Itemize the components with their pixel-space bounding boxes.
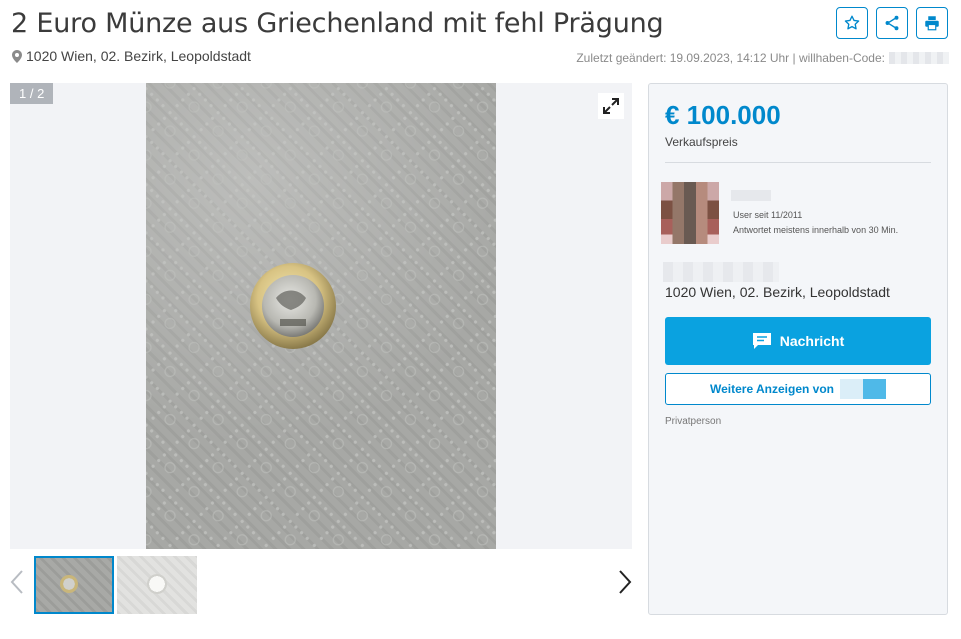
coin-photo-image xyxy=(146,83,496,549)
favorite-button[interactable] xyxy=(836,7,868,39)
response-time: Antwortet meistens innerhalb von 30 Min. xyxy=(733,225,899,235)
willhaben-code-redacted xyxy=(889,52,949,64)
star-icon xyxy=(844,15,860,30)
share-button[interactable] xyxy=(876,7,908,39)
action-buttons xyxy=(836,7,948,39)
coin-back-thumbnail-image xyxy=(147,574,167,594)
thumbnail-1[interactable] xyxy=(34,556,114,614)
message-button-label: Nachricht xyxy=(779,333,845,349)
chat-icon xyxy=(752,333,771,349)
meta-text: Zuletzt geändert: 19.09.2023, 14:12 Uhr … xyxy=(576,51,885,65)
chevron-right-icon xyxy=(619,570,632,594)
listing-title: 2 Euro Münze aus Griechenland mit fehl P… xyxy=(11,8,664,39)
divider xyxy=(665,162,931,163)
thumbnail-2[interactable] xyxy=(117,556,197,614)
message-button[interactable]: Nachricht xyxy=(665,317,931,365)
seller-address-redacted xyxy=(663,262,779,282)
seller-name-redacted xyxy=(840,379,887,399)
print-icon xyxy=(925,16,939,31)
map-pin-icon xyxy=(12,49,22,63)
more-ads-button[interactable]: Weitere Anzeigen von xyxy=(665,373,931,405)
thumbnail-strip xyxy=(10,556,632,616)
print-button[interactable] xyxy=(916,7,948,39)
previous-image-button[interactable] xyxy=(10,569,24,600)
location-text: 1020 Wien, 02. Bezirk, Leopoldstadt xyxy=(26,48,251,64)
user-since: User seit 11/2011 xyxy=(733,210,803,220)
chevron-left-icon xyxy=(10,570,23,594)
image-counter: 1 / 2 xyxy=(10,83,54,104)
coin-thumbnail-image xyxy=(60,575,78,593)
listing-location: 1020 Wien, 02. Bezirk, Leopoldstadt xyxy=(12,48,251,64)
seller-name-redacted xyxy=(731,190,771,201)
price: € 100.000 xyxy=(665,100,781,130)
listing-meta: Zuletzt geändert: 19.09.2023, 14:12 Uhr … xyxy=(576,51,949,65)
next-image-button[interactable] xyxy=(618,569,632,600)
seller-panel: € 100.000 Verkaufspreis User seit 11/201… xyxy=(648,83,948,615)
main-photo[interactable] xyxy=(146,83,496,549)
seller-type: Privatperson xyxy=(665,416,722,427)
seller-address: 1020 Wien, 02. Bezirk, Leopoldstadt xyxy=(665,284,890,300)
expand-icon xyxy=(603,98,619,114)
image-gallery[interactable]: 1 / 2 xyxy=(10,83,632,549)
fullscreen-button[interactable] xyxy=(598,93,624,119)
price-label: Verkaufspreis xyxy=(665,135,738,149)
more-ads-label: Weitere Anzeigen von xyxy=(709,382,835,396)
avatar[interactable] xyxy=(661,182,719,244)
share-icon xyxy=(885,15,899,31)
